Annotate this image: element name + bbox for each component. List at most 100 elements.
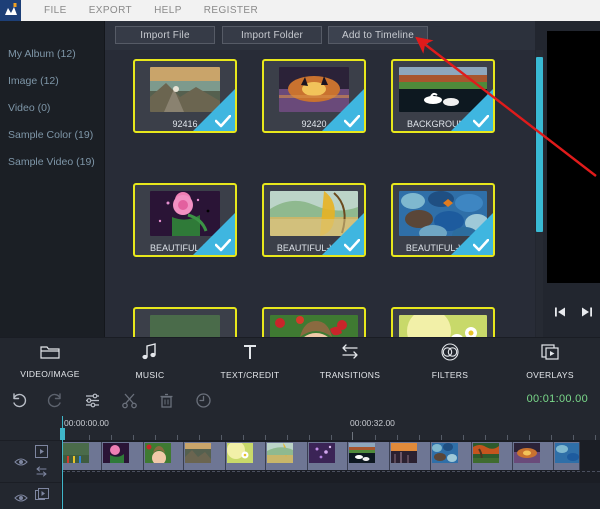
tab-transitions[interactable]: TRANSITIONS — [300, 338, 400, 385]
media-item[interactable] — [133, 307, 237, 337]
timeline-clip[interactable] — [62, 442, 102, 470]
track-dash-separator — [62, 471, 600, 472]
timeline-track-1[interactable] — [62, 441, 600, 483]
redo-button[interactable] — [37, 385, 74, 416]
media-scrollbar-thumb[interactable] — [536, 57, 543, 232]
feature-toolbar: VIDEO/IMAGE MUSIC TEXT/CREDIT TRANSITION… — [0, 337, 600, 385]
library-sidebar: My Album (12) Image (12) Video (0) Sampl… — [0, 21, 105, 337]
duration-button[interactable] — [185, 385, 222, 416]
media-grid-scroll[interactable]: 92416 92420 BACKGROUND... BEAUTIFUL-IM..… — [105, 50, 535, 337]
tab-text-credit[interactable]: TEXT/CREDIT — [200, 338, 300, 385]
menu-register[interactable]: REGISTER — [193, 0, 269, 21]
add-to-timeline-button[interactable]: Add to Timeline — [328, 26, 428, 44]
playhead[interactable] — [60, 416, 65, 509]
adjust-button[interactable] — [74, 385, 111, 416]
tab-label: TRANSITIONS — [319, 370, 381, 380]
timeline-clip[interactable] — [554, 442, 580, 470]
overlay-track-icon[interactable] — [35, 488, 49, 506]
eye-icon[interactable] — [14, 454, 28, 472]
tab-video-image[interactable]: VIDEO/IMAGE — [0, 338, 100, 385]
media-library-panel: My Album (12) Image (12) Video (0) Sampl… — [0, 21, 600, 337]
media-caption: BEAUTIFUL-IM... — [149, 243, 220, 253]
media-thumbnail — [270, 315, 358, 337]
timeline-clip[interactable] — [226, 442, 266, 470]
media-thumbnail — [399, 67, 487, 112]
timeline-panel: 00:00:00.00 00:00:32.00 — [0, 416, 600, 509]
timeline-clip[interactable] — [102, 442, 144, 470]
video-track-icon[interactable] — [35, 445, 48, 463]
menu-item-list: FILE EXPORT HELP REGISTER — [33, 0, 269, 21]
transitions-arrows-icon[interactable] — [35, 465, 48, 483]
sidebar-item-video[interactable]: Video (0) — [0, 95, 104, 122]
timeline-clip[interactable] — [184, 442, 226, 470]
skip-next-icon[interactable] — [580, 305, 594, 319]
track-header-1 — [0, 441, 62, 483]
undo-button[interactable] — [0, 385, 37, 416]
sidebar-item-my-album[interactable]: My Album (12) — [0, 41, 104, 68]
menu-export[interactable]: EXPORT — [78, 0, 143, 21]
delete-button[interactable] — [148, 385, 185, 416]
media-thumbnail — [399, 191, 487, 236]
tab-label: VIDEO/IMAGE — [20, 369, 80, 379]
media-thumbnail — [150, 191, 220, 236]
preview-screen[interactable] — [547, 31, 600, 283]
media-item[interactable]: 92416 — [133, 59, 237, 133]
media-grid: 92416 92420 BACKGROUND... BEAUTIFUL-IM..… — [105, 50, 535, 337]
ruler-label: 00:00:32.00 — [350, 418, 395, 428]
timeline-clip[interactable] — [266, 442, 308, 470]
sidebar-item-sample-video[interactable]: Sample Video (19) — [0, 149, 104, 176]
media-item[interactable]: BACKGROUND... — [391, 59, 495, 133]
media-caption: BACKGROUND... — [406, 119, 479, 129]
track-header-2 — [0, 483, 62, 509]
media-item[interactable]: 92420 — [262, 59, 366, 133]
media-item[interactable]: BEAUTIFUL-IM... — [133, 183, 237, 257]
menu-help[interactable]: HELP — [143, 0, 193, 21]
import-folder-button[interactable]: Import Folder — [222, 26, 322, 44]
media-caption: BEAUTIFUL-WA... — [405, 243, 481, 253]
media-thumbnail — [150, 315, 220, 337]
filters-circles-icon — [440, 343, 460, 366]
timeline-clip[interactable] — [390, 442, 431, 470]
menu-file[interactable]: FILE — [33, 0, 78, 21]
split-button[interactable] — [111, 385, 148, 416]
media-item[interactable]: BEAUTIFUL-WA... — [391, 183, 495, 257]
tab-music[interactable]: MUSIC — [100, 338, 200, 385]
skip-previous-icon[interactable] — [553, 305, 567, 319]
edit-toolbar: 00:01:00.00 — [0, 385, 600, 416]
tab-label: TEXT/CREDIT — [220, 370, 280, 380]
menu-bar: FILE EXPORT HELP REGISTER — [0, 0, 600, 21]
video-editor-window: FILE EXPORT HELP REGISTER My Album (12) … — [0, 0, 600, 509]
media-thumbnail — [270, 191, 358, 236]
sidebar-item-image[interactable]: Image (12) — [0, 68, 104, 95]
transitions-arrows-icon — [340, 343, 360, 366]
clip-strip — [62, 442, 580, 470]
timeline-clip[interactable] — [348, 442, 390, 470]
preview-controls — [547, 301, 600, 323]
timeline-clip[interactable] — [431, 442, 472, 470]
timeline-clip[interactable] — [308, 442, 348, 470]
timeline-clip[interactable] — [144, 442, 184, 470]
import-toolbar: Import File Import Folder Add to Timelin… — [105, 21, 535, 50]
tab-filters[interactable]: FILTERS — [400, 338, 500, 385]
preview-panel — [543, 21, 600, 337]
timeline-clip[interactable] — [513, 442, 554, 470]
media-item[interactable]: BEAUTIFUL-WA... — [262, 183, 366, 257]
ruler-label: 00:00:00.00 — [64, 418, 109, 428]
media-caption: 92420 — [301, 119, 327, 129]
sidebar-item-sample-color[interactable]: Sample Color (19) — [0, 122, 104, 149]
project-timecode: 00:01:00.00 — [526, 393, 588, 405]
media-thumbnail — [279, 67, 349, 112]
eye-icon[interactable] — [14, 490, 28, 508]
folder-icon — [40, 344, 60, 365]
timeline-ruler[interactable]: 00:00:00.00 00:00:32.00 — [0, 416, 600, 441]
media-item[interactable] — [391, 307, 495, 337]
text-t-icon — [241, 343, 259, 366]
timeline-clip[interactable] — [472, 442, 513, 470]
timeline-track-2[interactable] — [62, 483, 600, 509]
media-caption: 92416 — [172, 119, 198, 129]
tab-label: MUSIC — [135, 370, 165, 380]
media-item[interactable] — [262, 307, 366, 337]
import-file-button[interactable]: Import File — [115, 26, 215, 44]
overlays-layers-icon — [541, 343, 559, 366]
tab-overlays[interactable]: OVERLAYS — [500, 338, 600, 385]
